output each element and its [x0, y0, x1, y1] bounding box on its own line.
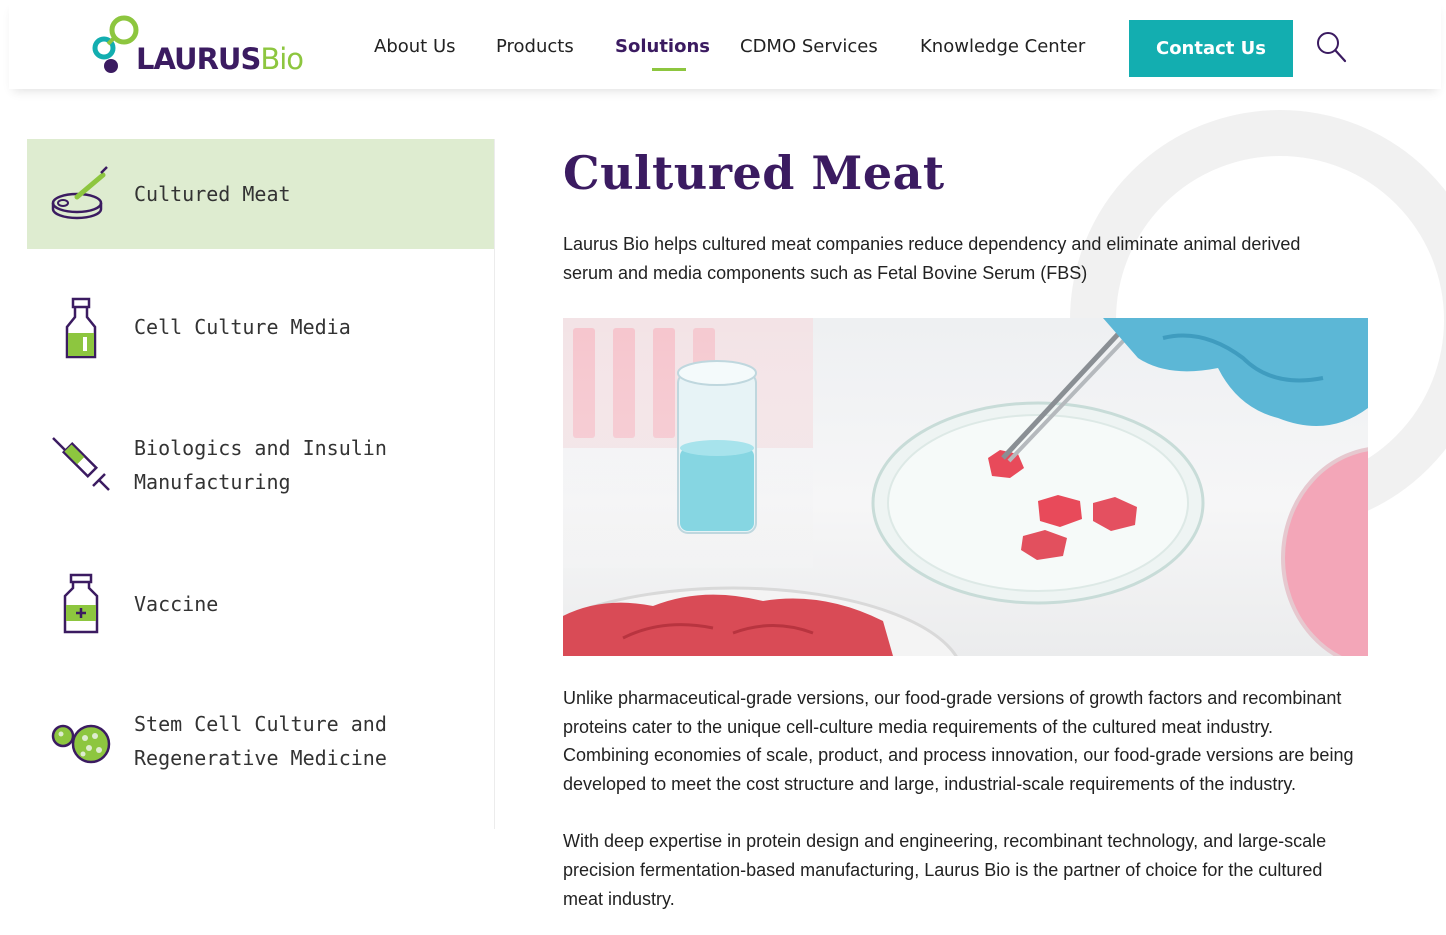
- sidebar-item-label: Cultured Meat: [134, 182, 291, 206]
- search-button[interactable]: [1315, 30, 1347, 64]
- sidebar-item-biologics-insulin[interactable]: Biologics and Insulin Manufacturing: [27, 414, 494, 519]
- sidebar-item-cell-culture-media[interactable]: Cell Culture Media: [27, 269, 494, 384]
- sidebar-item-stem-cell[interactable]: Stem Cell Culture and Regenerative Medic…: [27, 692, 494, 802]
- sidebar-item-label: Vaccine: [134, 592, 219, 616]
- logo-word-bio: Bio: [260, 42, 304, 76]
- syringe-icon: [52, 437, 110, 491]
- sidebar-item-label: Cell Culture Media: [134, 315, 351, 339]
- sidebar-item-label: Stem Cell Culture and Regenerative Medic…: [134, 712, 387, 770]
- body-paragraph-2: With deep expertise in protein design an…: [563, 831, 1327, 909]
- intro-text: Laurus Bio helps cultured meat companies…: [563, 234, 1301, 283]
- body-paragraph-1: Unlike pharmaceutical-grade versions, ou…: [563, 688, 1354, 794]
- sidebar-item-cultured-meat[interactable]: Cultured Meat: [27, 139, 494, 249]
- nav-knowledge-center[interactable]: Knowledge Center: [920, 36, 1085, 57]
- main-content: Cultured Meat Laurus Bio helps cultured …: [563, 140, 1373, 913]
- cultured-meat-photo: [563, 318, 1368, 656]
- sidebar-item-label: Biologics and Insulin Manufacturing: [134, 436, 387, 494]
- contact-us-button[interactable]: Contact Us: [1129, 20, 1293, 77]
- laurus-bio-logo[interactable]: LAURUSBio: [84, 12, 314, 78]
- cells-icon: [51, 724, 111, 764]
- nav-solutions[interactable]: Solutions: [615, 36, 710, 57]
- search-icon: [1317, 32, 1347, 63]
- logo-wordmark: LAURUSBio: [136, 42, 304, 76]
- page-title: Cultured Meat: [563, 146, 945, 200]
- petri-dish-dropper-icon: [51, 166, 108, 220]
- flask-bottle-icon: [65, 297, 97, 359]
- solutions-sidebar: Cultured Meat Cell Culture Media Biologi…: [27, 139, 495, 829]
- hero-illustration: [563, 318, 1368, 656]
- nav-about-us[interactable]: About Us: [374, 36, 456, 57]
- site-header: LAURUSBio About Us Products Solutions CD…: [9, 0, 1441, 89]
- nav-products[interactable]: Products: [496, 36, 574, 57]
- logo-word-laurus: LAURUS: [136, 42, 261, 76]
- nav-active-indicator: [652, 68, 686, 71]
- sidebar-item-vaccine[interactable]: Vaccine: [27, 551, 494, 661]
- vaccine-vial-icon: [63, 573, 99, 634]
- nav-cdmo-services[interactable]: CDMO Services: [740, 36, 878, 57]
